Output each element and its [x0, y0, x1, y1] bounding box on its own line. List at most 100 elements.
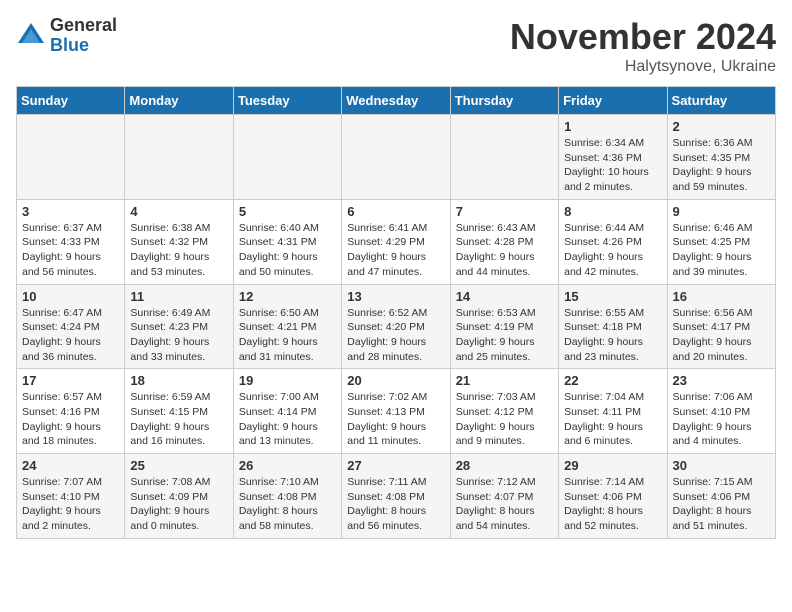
day-info: Sunrise: 6:47 AM Sunset: 4:24 PM Dayligh…	[22, 306, 119, 365]
sunrise-text: Sunrise: 7:15 AM	[673, 476, 753, 488]
sunrise-text: Sunrise: 7:14 AM	[564, 476, 644, 488]
sunrise-text: Sunrise: 6:55 AM	[564, 307, 644, 319]
day-info: Sunrise: 7:15 AM Sunset: 4:06 PM Dayligh…	[673, 475, 770, 534]
col-wednesday: Wednesday	[342, 87, 450, 115]
day-number: 6	[347, 204, 444, 219]
day-info: Sunrise: 7:02 AM Sunset: 4:13 PM Dayligh…	[347, 390, 444, 449]
sunset-text: Sunset: 4:13 PM	[347, 406, 425, 418]
day-number: 1	[564, 119, 661, 134]
sunrise-text: Sunrise: 6:57 AM	[22, 391, 102, 403]
table-row: 20 Sunrise: 7:02 AM Sunset: 4:13 PM Dayl…	[342, 369, 450, 454]
day-info: Sunrise: 6:57 AM Sunset: 4:16 PM Dayligh…	[22, 390, 119, 449]
table-row: 19 Sunrise: 7:00 AM Sunset: 4:14 PM Dayl…	[233, 369, 341, 454]
sunset-text: Sunset: 4:15 PM	[130, 406, 208, 418]
sunset-text: Sunset: 4:12 PM	[456, 406, 534, 418]
table-row: 29 Sunrise: 7:14 AM Sunset: 4:06 PM Dayl…	[559, 454, 667, 539]
daylight-text: Daylight: 9 hours and 56 minutes.	[22, 251, 101, 278]
daylight-text: Daylight: 9 hours and 53 minutes.	[130, 251, 209, 278]
sunrise-text: Sunrise: 6:56 AM	[673, 307, 753, 319]
logo-text: General Blue	[50, 16, 117, 56]
day-number: 3	[22, 204, 119, 219]
day-number: 16	[673, 289, 770, 304]
table-row: 26 Sunrise: 7:10 AM Sunset: 4:08 PM Dayl…	[233, 454, 341, 539]
day-info: Sunrise: 7:08 AM Sunset: 4:09 PM Dayligh…	[130, 475, 227, 534]
table-row	[125, 115, 233, 200]
table-row: 6 Sunrise: 6:41 AM Sunset: 4:29 PM Dayli…	[342, 199, 450, 284]
table-row: 4 Sunrise: 6:38 AM Sunset: 4:32 PM Dayli…	[125, 199, 233, 284]
daylight-text: Daylight: 9 hours and 36 minutes.	[22, 336, 101, 363]
table-row: 9 Sunrise: 6:46 AM Sunset: 4:25 PM Dayli…	[667, 199, 775, 284]
day-info: Sunrise: 7:00 AM Sunset: 4:14 PM Dayligh…	[239, 390, 336, 449]
day-number: 12	[239, 289, 336, 304]
day-number: 29	[564, 458, 661, 473]
sunset-text: Sunset: 4:17 PM	[673, 321, 751, 333]
table-row	[233, 115, 341, 200]
sunset-text: Sunset: 4:23 PM	[130, 321, 208, 333]
day-number: 26	[239, 458, 336, 473]
sunset-text: Sunset: 4:21 PM	[239, 321, 317, 333]
day-number: 2	[673, 119, 770, 134]
day-number: 25	[130, 458, 227, 473]
day-info: Sunrise: 6:49 AM Sunset: 4:23 PM Dayligh…	[130, 306, 227, 365]
table-row: 5 Sunrise: 6:40 AM Sunset: 4:31 PM Dayli…	[233, 199, 341, 284]
day-number: 28	[456, 458, 553, 473]
day-number: 7	[456, 204, 553, 219]
day-number: 27	[347, 458, 444, 473]
daylight-text: Daylight: 9 hours and 39 minutes.	[673, 251, 752, 278]
sunset-text: Sunset: 4:20 PM	[347, 321, 425, 333]
day-number: 11	[130, 289, 227, 304]
daylight-text: Daylight: 9 hours and 20 minutes.	[673, 336, 752, 363]
logo: General Blue	[16, 16, 117, 56]
sunset-text: Sunset: 4:28 PM	[456, 236, 534, 248]
sunset-text: Sunset: 4:06 PM	[673, 491, 751, 503]
sunrise-text: Sunrise: 6:46 AM	[673, 222, 753, 234]
daylight-text: Daylight: 9 hours and 18 minutes.	[22, 421, 101, 448]
day-info: Sunrise: 6:44 AM Sunset: 4:26 PM Dayligh…	[564, 221, 661, 280]
sunrise-text: Sunrise: 6:40 AM	[239, 222, 319, 234]
daylight-text: Daylight: 9 hours and 11 minutes.	[347, 421, 426, 448]
daylight-text: Daylight: 9 hours and 33 minutes.	[130, 336, 209, 363]
logo-blue-text: Blue	[50, 36, 117, 56]
logo-icon	[16, 21, 46, 51]
table-row: 7 Sunrise: 6:43 AM Sunset: 4:28 PM Dayli…	[450, 199, 558, 284]
sunset-text: Sunset: 4:10 PM	[22, 491, 100, 503]
col-monday: Monday	[125, 87, 233, 115]
day-info: Sunrise: 6:41 AM Sunset: 4:29 PM Dayligh…	[347, 221, 444, 280]
day-number: 5	[239, 204, 336, 219]
day-info: Sunrise: 6:50 AM Sunset: 4:21 PM Dayligh…	[239, 306, 336, 365]
daylight-text: Daylight: 9 hours and 59 minutes.	[673, 166, 752, 193]
daylight-text: Daylight: 9 hours and 4 minutes.	[673, 421, 752, 448]
sunrise-text: Sunrise: 6:52 AM	[347, 307, 427, 319]
day-info: Sunrise: 7:11 AM Sunset: 4:08 PM Dayligh…	[347, 475, 444, 534]
day-number: 17	[22, 373, 119, 388]
daylight-text: Daylight: 9 hours and 44 minutes.	[456, 251, 535, 278]
table-row: 8 Sunrise: 6:44 AM Sunset: 4:26 PM Dayli…	[559, 199, 667, 284]
day-info: Sunrise: 6:38 AM Sunset: 4:32 PM Dayligh…	[130, 221, 227, 280]
day-info: Sunrise: 6:40 AM Sunset: 4:31 PM Dayligh…	[239, 221, 336, 280]
sunset-text: Sunset: 4:32 PM	[130, 236, 208, 248]
sunrise-text: Sunrise: 7:08 AM	[130, 476, 210, 488]
table-row: 18 Sunrise: 6:59 AM Sunset: 4:15 PM Dayl…	[125, 369, 233, 454]
table-row: 17 Sunrise: 6:57 AM Sunset: 4:16 PM Dayl…	[17, 369, 125, 454]
sunrise-text: Sunrise: 6:53 AM	[456, 307, 536, 319]
table-row: 11 Sunrise: 6:49 AM Sunset: 4:23 PM Dayl…	[125, 284, 233, 369]
day-number: 19	[239, 373, 336, 388]
location-text: Halytsynove, Ukraine	[510, 58, 776, 76]
sunset-text: Sunset: 4:35 PM	[673, 152, 751, 164]
table-row: 25 Sunrise: 7:08 AM Sunset: 4:09 PM Dayl…	[125, 454, 233, 539]
month-title: November 2024	[510, 16, 776, 58]
sunrise-text: Sunrise: 6:34 AM	[564, 137, 644, 149]
sunrise-text: Sunrise: 6:50 AM	[239, 307, 319, 319]
sunrise-text: Sunrise: 6:44 AM	[564, 222, 644, 234]
daylight-text: Daylight: 9 hours and 13 minutes.	[239, 421, 318, 448]
sunset-text: Sunset: 4:08 PM	[347, 491, 425, 503]
table-row: 1 Sunrise: 6:34 AM Sunset: 4:36 PM Dayli…	[559, 115, 667, 200]
calendar-week-2: 3 Sunrise: 6:37 AM Sunset: 4:33 PM Dayli…	[17, 199, 776, 284]
sunrise-text: Sunrise: 7:11 AM	[347, 476, 426, 488]
table-row: 22 Sunrise: 7:04 AM Sunset: 4:11 PM Dayl…	[559, 369, 667, 454]
day-number: 9	[673, 204, 770, 219]
daylight-text: Daylight: 9 hours and 0 minutes.	[130, 505, 209, 532]
day-number: 20	[347, 373, 444, 388]
daylight-text: Daylight: 9 hours and 31 minutes.	[239, 336, 318, 363]
day-info: Sunrise: 6:59 AM Sunset: 4:15 PM Dayligh…	[130, 390, 227, 449]
